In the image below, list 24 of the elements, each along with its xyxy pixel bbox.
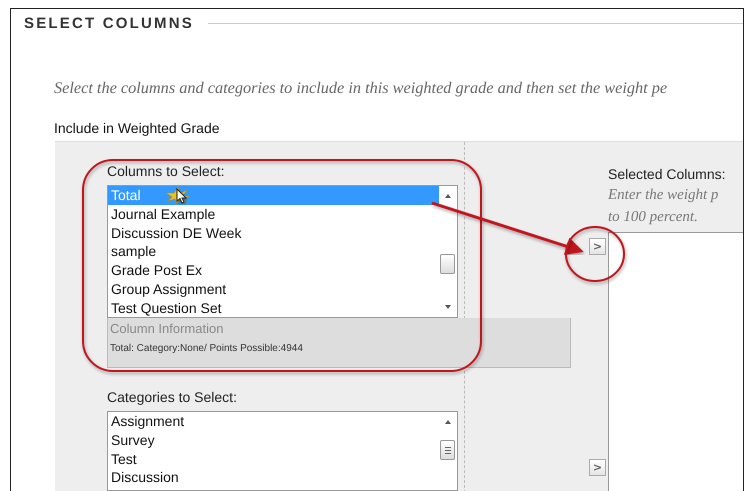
list-item[interactable]: Assignment: [108, 412, 439, 431]
list-item[interactable]: Survey: [108, 430, 439, 450]
list-item[interactable]: sample: [108, 242, 439, 262]
hint-text: Enter the weight p: [608, 186, 718, 205]
column-info-title: Column Information: [110, 321, 224, 336]
list-box[interactable]: Total Journal Example Discussion DE Week sample Grade Post Ex Group Assignment Test Question Set: [107, 185, 458, 318]
list-item[interactable]: Journal Example: [108, 204, 439, 224]
list-item[interactable]: Discussion DE Week: [108, 224, 439, 242]
list-item[interactable]: Group Assignment: [108, 280, 439, 299]
instruction-text: Select the columns and categories to include in this weighted grade and then set the weight pe: [54, 78, 668, 98]
list-label: Categories to Select:: [107, 388, 237, 406]
column-info-text: Total: Category:None/ Points Possible:4944: [110, 343, 303, 354]
list-box[interactable]: Assignment Survey Test Discussion: [107, 411, 458, 491]
add-button[interactable]: >: [589, 459, 606, 476]
list-item[interactable]: Test: [108, 450, 439, 468]
hint-text: to 100 percent.: [608, 208, 698, 227]
list-item[interactable]: Grade Post Ex: [108, 261, 439, 280]
include-label: Include in Weighted Grade: [54, 120, 221, 136]
list-item[interactable]: Discussion: [108, 468, 439, 488]
add-button[interactable]: >: [589, 238, 606, 255]
list-label: Columns to Select:: [107, 162, 224, 180]
section-title: SELECT COLUMNS: [24, 15, 194, 32]
selected-columns-label: Selected Columns:: [608, 165, 726, 183]
list-item[interactable]: Test Question Set: [108, 298, 439, 317]
